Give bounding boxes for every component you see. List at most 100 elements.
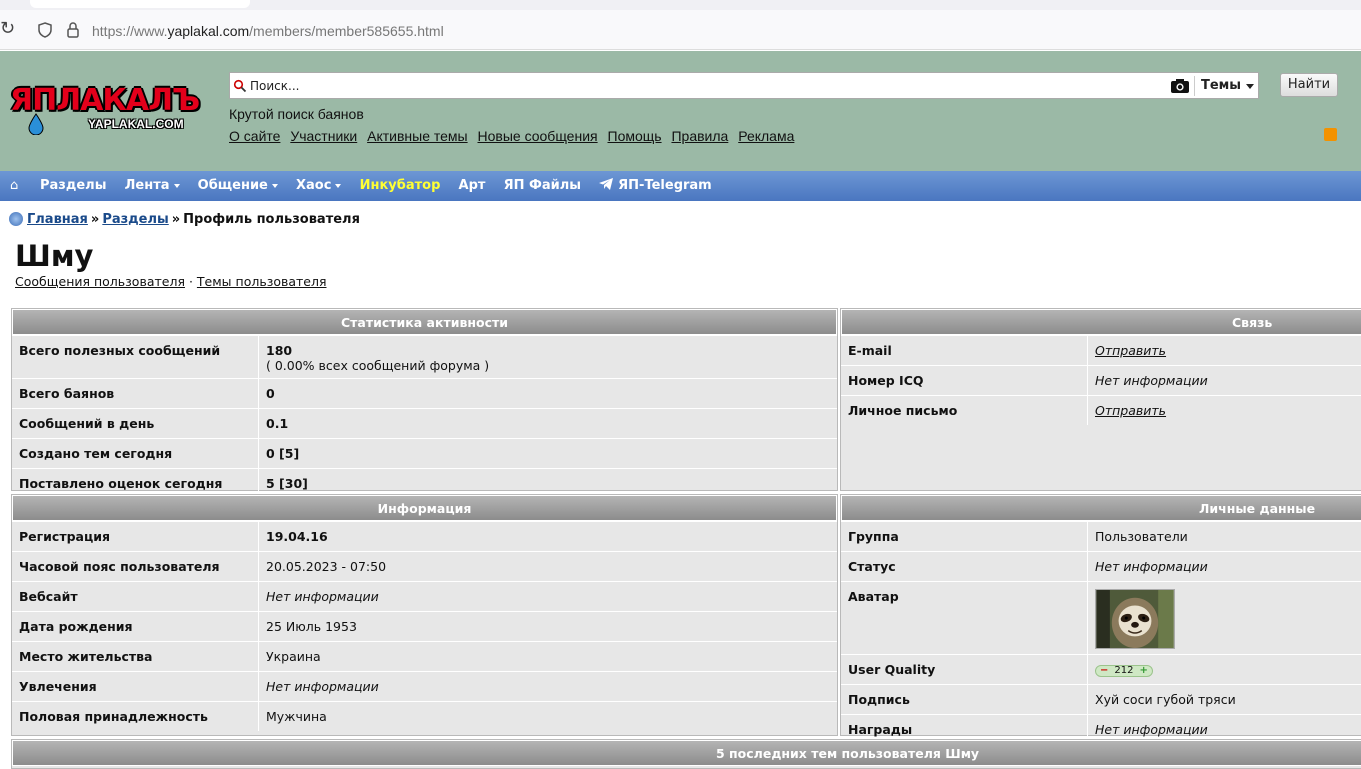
row-label: Номер ICQ [841, 366, 1088, 395]
search-scope-select[interactable]: Темы [1201, 78, 1241, 93]
breadcrumb-sections[interactable]: Разделы [102, 212, 168, 227]
row-label: Аватар [841, 582, 1088, 654]
row-value: Хуй соси губой тряси [1095, 692, 1236, 707]
breadcrumb-separator: » [171, 212, 181, 227]
table-row: Номер ICQ Нет информации [841, 365, 1361, 395]
row-value: 19.04.16 [266, 529, 328, 544]
plus-icon[interactable]: + [1139, 665, 1147, 676]
row-value: Отправить [1088, 396, 1361, 425]
link-active-topics[interactable]: Активные темы [367, 128, 468, 144]
user-quality-badge: −212 + [1095, 664, 1153, 677]
link-new-posts[interactable]: Новые сообщения [478, 128, 598, 144]
logo-domain: YAPLAKAL.COM [88, 117, 184, 131]
tear-drop-icon [28, 113, 44, 135]
row-label: Всего баянов [12, 379, 259, 408]
nav-item-label: Общение [197, 178, 268, 193]
nav-item-label: Хаос [296, 178, 332, 193]
nav-item-files[interactable]: ЯП Файлы [504, 178, 581, 193]
table-row: Статус Нет информации [841, 551, 1361, 581]
table-row: Группа Пользователи [841, 521, 1361, 551]
row-label: Регистрация [12, 522, 259, 551]
user-topics-link[interactable]: Темы пользователя [197, 274, 327, 289]
search-icon [233, 79, 247, 93]
row-value: Мужчина [266, 709, 327, 724]
row-value: Нет информации [266, 679, 379, 694]
panel-title: Связь [1232, 315, 1273, 330]
site-logo[interactable]: ЯПЛАКАЛЪ YAPLAKAL.COM [8, 83, 208, 135]
row-value: 20.05.2023 - 07:50 [266, 559, 387, 574]
search-input[interactable] [250, 76, 1150, 96]
url-path: /members/member585655.html [249, 23, 444, 39]
table-row: Личное письмо Отправить [841, 395, 1361, 425]
minus-icon[interactable]: − [1100, 665, 1108, 676]
chevron-down-icon [335, 183, 342, 188]
row-label: Статус [841, 552, 1088, 581]
row-value: 0.1 [266, 416, 289, 431]
table-row: Регистрация 19.04.16 [12, 521, 837, 551]
panel-header: Информация [12, 495, 837, 521]
link-members[interactable]: Участники [290, 128, 357, 144]
panel-title: Личные данные [1199, 501, 1316, 516]
row-label: Всего полезных сообщений [12, 336, 259, 378]
nav-item-chat[interactable]: Общение [198, 178, 278, 193]
breadcrumb-home[interactable]: Главная [27, 212, 88, 227]
address-bar[interactable]: https://www.yaplakal.com/members/member5… [92, 23, 444, 39]
send-email-link[interactable]: Отправить [1095, 343, 1166, 358]
breadcrumb-current: Профиль пользователя [183, 212, 360, 227]
row-label: Группа [841, 522, 1088, 551]
nav-item-telegram[interactable]: ЯП-Telegram [599, 178, 712, 193]
nav-item-label: ЯП-Telegram [618, 178, 712, 193]
row-label: Часовой пояс пользователя [12, 552, 259, 581]
table-row: Часовой пояс пользователя 20.05.2023 - 07… [12, 551, 837, 581]
row-label: Сообщений в день [12, 409, 259, 438]
nav-item-sections[interactable]: Разделы [40, 178, 106, 193]
chevron-down-icon[interactable] [1246, 84, 1254, 89]
row-value: Нет информации [266, 589, 379, 604]
browser-tab[interactable] [30, 0, 250, 8]
user-quality-value: 212 [1114, 664, 1134, 676]
nav-item-art[interactable]: Арт [459, 178, 486, 193]
table-row: Дата рождения 25 Июль 1953 [12, 611, 837, 641]
row-label: E-mail [841, 336, 1088, 365]
breadcrumb-icon [9, 212, 23, 226]
personal-panel: Личные данные Группа Пользователи Статус Н… [840, 494, 1361, 744]
search-button[interactable]: Найти [1280, 73, 1338, 97]
last-topics-panel: 5 последних тем пользователя Шму [11, 739, 1361, 769]
rss-icon[interactable] [1324, 128, 1337, 141]
search-tagline: Крутой поиск баянов [229, 106, 364, 122]
panel-header: Личные данные [841, 495, 1361, 521]
table-row: E-mail Отправить [841, 335, 1361, 365]
nav-item-chaos[interactable]: Хаос [296, 178, 342, 193]
row-label: Половая принадлежность [12, 702, 259, 731]
link-about[interactable]: О сайте [229, 128, 280, 144]
info-panel: Информация Регистрация 19.04.16 Часовой п… [11, 494, 838, 736]
user-posts-link[interactable]: Сообщения пользователя [15, 274, 185, 289]
link-rules[interactable]: Правила [671, 128, 728, 144]
nav-item-label: Разделы [40, 178, 107, 193]
shield-icon[interactable] [37, 22, 53, 38]
camera-icon[interactable] [1170, 78, 1190, 94]
table-row: Всего баянов 0 [12, 378, 837, 408]
table-row: Увлечения Нет информации [12, 671, 837, 701]
row-label: Подпись [841, 685, 1088, 714]
home-icon[interactable]: ⌂ [10, 178, 18, 193]
value-sub: ( 0.00% всех сообщений форума ) [266, 358, 490, 373]
site-header: ЯПЛАКАЛЪ YAPLAKAL.COM Темы Найти Крутой … [0, 51, 1361, 171]
search-box: Темы [229, 72, 1259, 99]
search-divider [1194, 76, 1195, 96]
nav-item-label: ЯП Файлы [503, 178, 582, 193]
panel-title: 5 последних тем пользователя Шму [716, 746, 980, 761]
nav-item-feed[interactable]: Лента [125, 178, 180, 193]
table-row: Половая принадлежность Мужчина [12, 701, 837, 731]
lock-icon[interactable] [66, 21, 80, 39]
page-title: Шму [15, 239, 94, 273]
table-row: Создано тем сегодня 0 [5] [12, 438, 837, 468]
nav-item-incubator[interactable]: Инкубатор [360, 178, 441, 193]
link-help[interactable]: Помощь [608, 128, 662, 144]
reload-icon[interactable]: ↻ [0, 18, 15, 39]
table-row: Сообщений в день 0.1 [12, 408, 837, 438]
row-label: User Quality [841, 655, 1088, 684]
contact-panel: Связь E-mail Отправить Номер ICQ Нет инфор… [840, 308, 1361, 491]
link-ads[interactable]: Реклама [738, 128, 794, 144]
send-pm-link[interactable]: Отправить [1095, 403, 1166, 418]
